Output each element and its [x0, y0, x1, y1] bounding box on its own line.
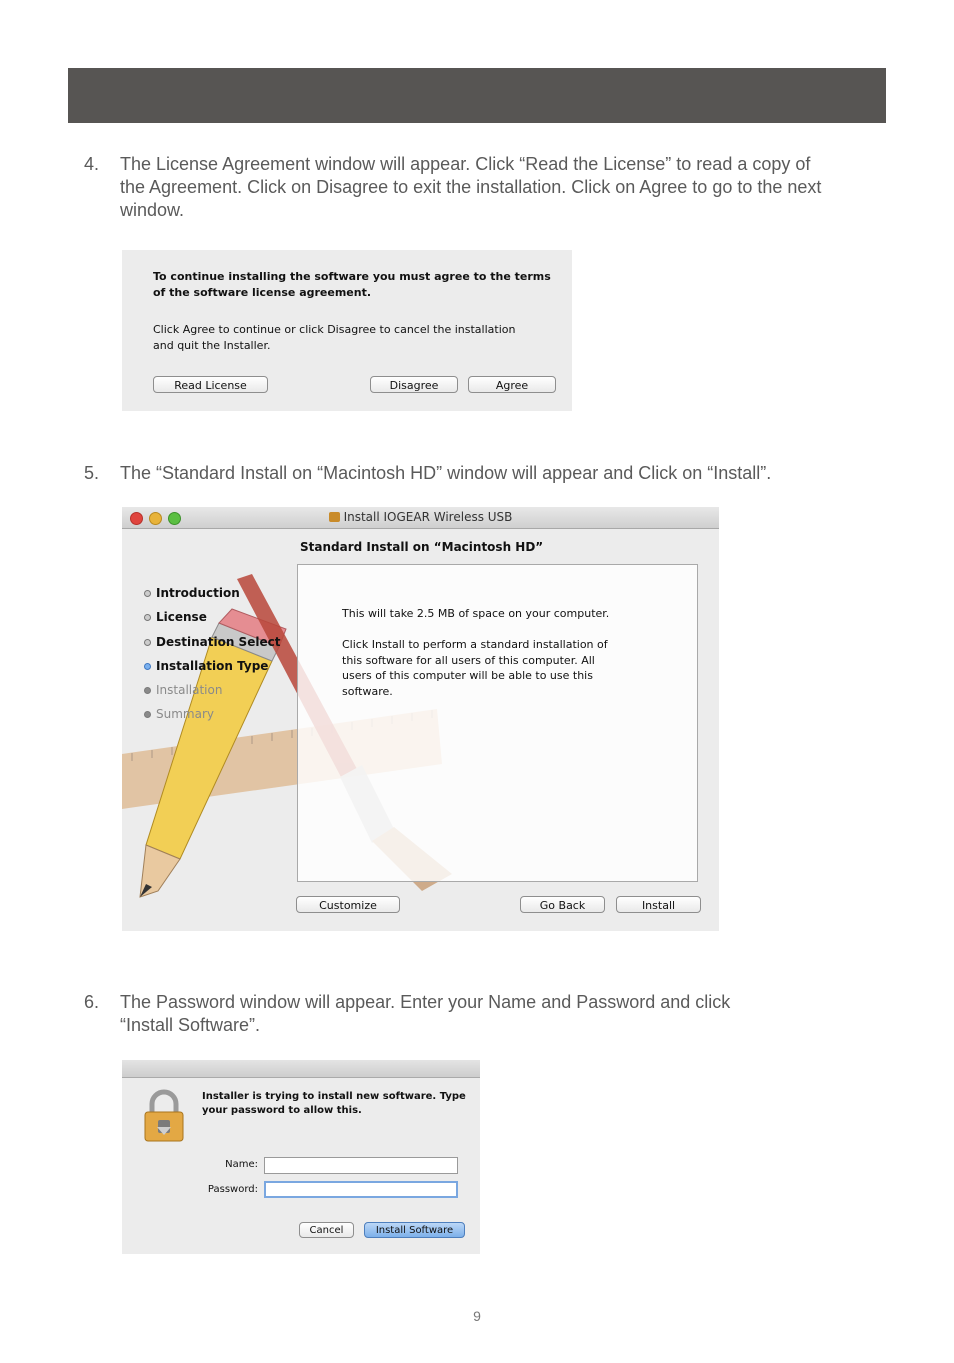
- disagree-button[interactable]: Disagree: [370, 376, 458, 393]
- dialog-title-bar: [122, 1060, 480, 1078]
- install-description: Click Install to perform a standard inst…: [342, 637, 608, 699]
- sidebar-item-summary: Summary: [144, 707, 214, 721]
- install-button[interactable]: Install: [616, 896, 701, 913]
- header-bar: [68, 68, 886, 123]
- sidebar-label: Summary: [156, 707, 214, 721]
- step-dot-icon: [144, 590, 151, 597]
- name-field[interactable]: [264, 1157, 458, 1174]
- license-heading: To continue installing the software you …: [153, 269, 551, 300]
- description-line: users of this computer will be able to u…: [342, 669, 593, 682]
- license-dialog: To continue installing the software you …: [122, 250, 572, 411]
- step-number: 4.: [84, 154, 100, 174]
- step-dot-icon: [144, 639, 151, 646]
- description-line: software.: [342, 684, 393, 698]
- sidebar-item-installation: Installation: [144, 683, 222, 697]
- body-line: and quit the Installer.: [153, 338, 271, 352]
- installer-window: Install IOGEAR Wireless USB Standard Ins…: [122, 507, 719, 931]
- step-line: The License Agreement window will appear…: [120, 154, 811, 174]
- step-line: The “Standard Install on “Macintosh HD” …: [120, 463, 772, 483]
- title-bar: Install IOGEAR Wireless USB: [122, 507, 719, 529]
- installer-heading: Standard Install on “Macintosh HD”: [300, 540, 544, 554]
- sidebar-label: License: [156, 610, 207, 624]
- step-line: The Password window will appear. Enter y…: [120, 992, 731, 1012]
- password-dialog: Installer is trying to install new softw…: [122, 1060, 480, 1254]
- step-text: The License Agreement window will appear…: [120, 153, 821, 222]
- page-number: 9: [473, 1308, 481, 1324]
- window-title-text: Install IOGEAR Wireless USB: [343, 510, 513, 524]
- go-back-button[interactable]: Go Back: [520, 896, 605, 913]
- read-license-button[interactable]: Read License: [153, 376, 268, 393]
- step-dot-icon: [144, 711, 151, 718]
- sidebar-item-license: License: [144, 610, 207, 624]
- sidebar-label: Introduction: [156, 586, 240, 600]
- description-line: this software for all users of this comp…: [342, 653, 595, 667]
- lock-icon: [144, 1089, 184, 1142]
- sidebar-item-introduction: Introduction: [144, 586, 240, 600]
- message-line: Installer is trying to install new softw…: [202, 1091, 466, 1102]
- step-number: 6.: [84, 992, 100, 1012]
- step-dot-icon: [144, 663, 151, 670]
- step-number: 5.: [84, 463, 100, 483]
- sidebar-item-installation-type: Installation Type: [144, 659, 268, 673]
- name-label: Name:: [225, 1159, 258, 1170]
- agree-button[interactable]: Agree: [468, 376, 556, 393]
- install-software-button[interactable]: Install Software: [364, 1222, 465, 1238]
- heading-line: To continue installing the software you …: [153, 270, 551, 283]
- window-title: Install IOGEAR Wireless USB: [122, 510, 719, 524]
- step-line: window.: [120, 200, 185, 220]
- content-panel: This will take 2.5 MB of space on your c…: [297, 564, 698, 882]
- package-icon: [328, 512, 340, 522]
- heading-line: of the software license agreement.: [153, 285, 372, 299]
- password-message: Installer is trying to install new softw…: [202, 1090, 466, 1118]
- password-field[interactable]: [264, 1181, 458, 1198]
- description-line: Click Install to perform a standard inst…: [342, 638, 608, 651]
- step-line: the Agreement. Click on Disagree to exit…: [120, 177, 822, 197]
- sidebar-label: Installation Type: [156, 659, 269, 673]
- license-body: Click Agree to continue or click Disagre…: [153, 322, 515, 353]
- step-text: The “Standard Install on “Macintosh HD” …: [120, 462, 771, 485]
- message-line: your password to allow this.: [202, 1105, 362, 1116]
- cancel-button[interactable]: Cancel: [299, 1222, 354, 1238]
- body-line: Click Agree to continue or click Disagre…: [153, 323, 516, 336]
- space-required-text: This will take 2.5 MB of space on your c…: [342, 607, 610, 620]
- sidebar-label: Installation: [156, 683, 223, 697]
- sidebar-item-destination-select: Destination Select: [144, 635, 280, 649]
- step-line: “Install Software”.: [120, 1015, 261, 1035]
- sidebar-label: Destination Select: [156, 635, 281, 649]
- step-dot-icon: [144, 614, 151, 621]
- customize-button[interactable]: Customize: [296, 896, 400, 913]
- step-text: The Password window will appear. Enter y…: [120, 991, 730, 1037]
- password-label: Password:: [207, 1184, 258, 1195]
- step-dot-icon: [144, 687, 151, 694]
